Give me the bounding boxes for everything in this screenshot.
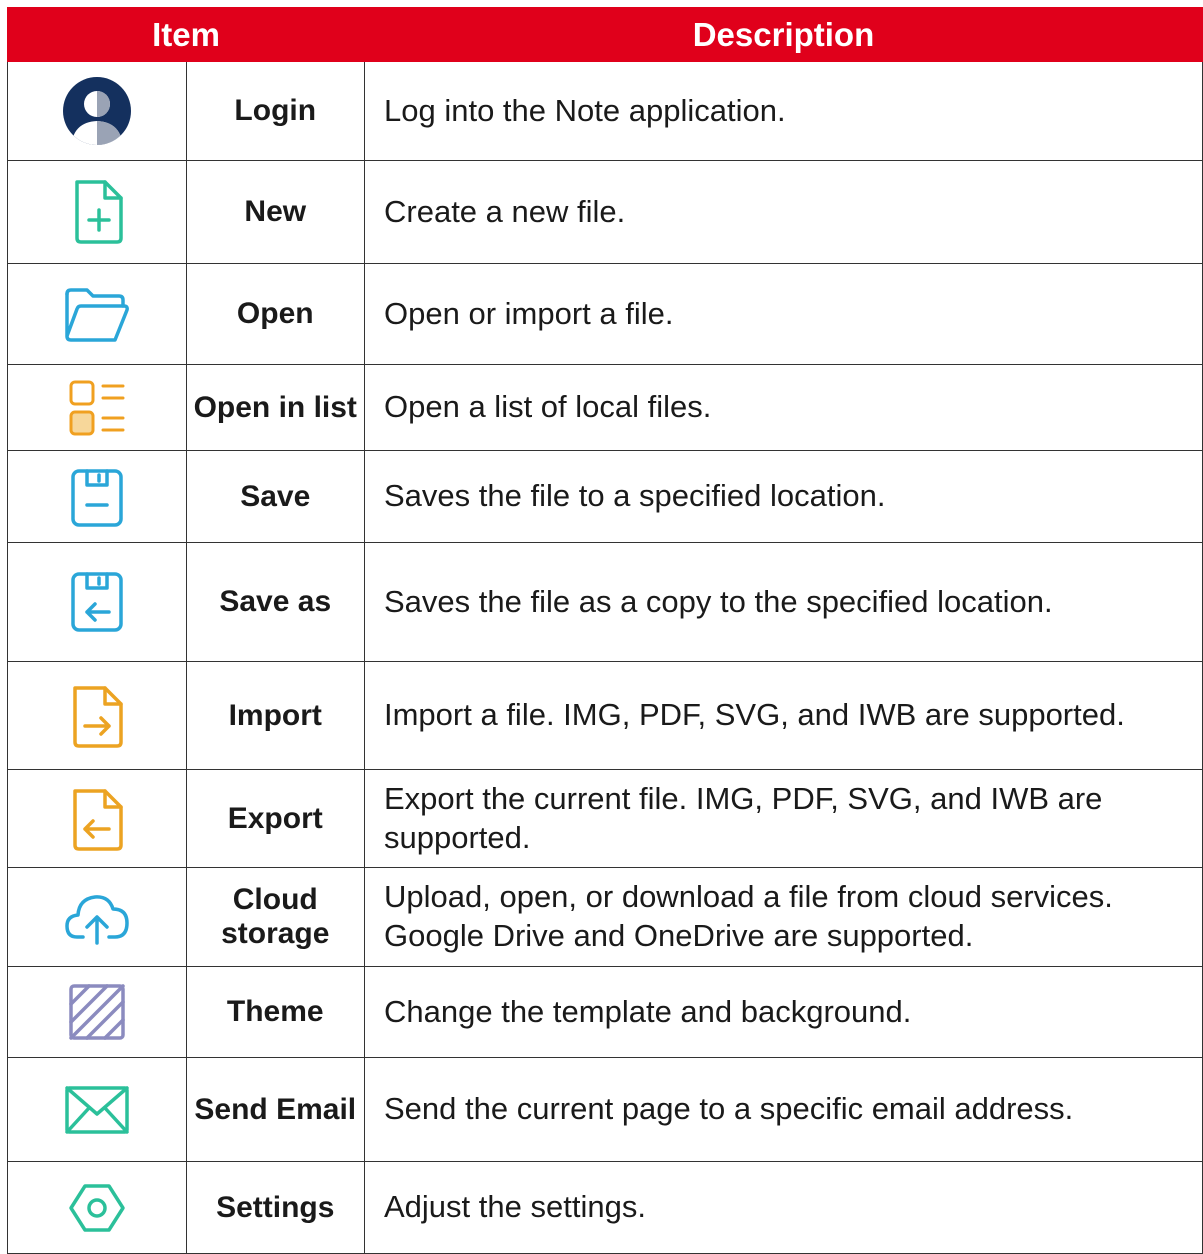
table-row: Save Saves the file to a specified locat…: [7, 450, 1203, 543]
table-row: Open Open or import a file.: [7, 263, 1203, 365]
item-description: Saves the file as a copy to the specifie…: [364, 542, 1203, 662]
open-in-list-icon: [61, 372, 133, 444]
description-column-header: Description: [364, 7, 1203, 62]
icon-cell: [7, 450, 187, 543]
item-description: Open a list of local files.: [364, 364, 1203, 451]
icon-cell: [7, 1057, 187, 1162]
item-name: Import: [185, 661, 365, 770]
new-file-icon: [61, 176, 133, 248]
icon-cell: [7, 263, 187, 365]
item-name: Save as: [185, 542, 365, 662]
item-name: Open: [185, 263, 365, 365]
table-row: New Create a new file.: [7, 160, 1203, 264]
table-row: Export Export the current file. IMG, PDF…: [7, 769, 1203, 868]
item-description: Change the template and background.: [364, 966, 1203, 1058]
icon-cell: [7, 769, 187, 868]
table-row: Send Email Send the current page to a sp…: [7, 1057, 1203, 1162]
save-as-icon: [61, 566, 133, 638]
import-icon: [61, 680, 133, 752]
icon-cell: [7, 61, 187, 161]
item-name: New: [185, 160, 365, 264]
item-description: Export the current file. IMG, PDF, SVG, …: [364, 769, 1203, 868]
item-name: Send Email: [185, 1057, 365, 1162]
table-row: Cloud storage Upload, open, or download …: [7, 867, 1203, 967]
cloud-storage-icon: [61, 881, 133, 953]
settings-icon: [61, 1172, 133, 1244]
open-folder-icon: [61, 278, 133, 350]
theme-icon: [61, 976, 133, 1048]
item-description: Send the current page to a specific emai…: [364, 1057, 1203, 1162]
login-avatar-icon: [61, 75, 133, 147]
table-header-row: Item Description: [7, 7, 1203, 62]
table-row: Import Import a file. IMG, PDF, SVG, and…: [7, 661, 1203, 770]
table-row: Login Log into the Note application.: [7, 61, 1203, 161]
item-name: Export: [185, 769, 365, 868]
icon-cell: [7, 661, 187, 770]
table-row: Theme Change the template and background…: [7, 966, 1203, 1058]
item-description: Log into the Note application.: [364, 61, 1203, 161]
save-icon: [61, 461, 133, 533]
item-name: Cloud storage: [185, 867, 365, 967]
table-row: Open in list Open a list of local files.: [7, 364, 1203, 451]
icon-cell: [7, 160, 187, 264]
table-row: Save as Saves the file as a copy to the …: [7, 542, 1203, 662]
item-description: Open or import a file.: [364, 263, 1203, 365]
item-name: Login: [185, 61, 365, 161]
item-name: Save: [185, 450, 365, 543]
send-email-icon: [61, 1074, 133, 1146]
icon-cell: [7, 364, 187, 451]
item-description: Import a file. IMG, PDF, SVG, and IWB ar…: [364, 661, 1203, 770]
item-name: Open in list: [185, 364, 365, 451]
item-description: Create a new file.: [364, 160, 1203, 264]
icon-cell: [7, 966, 187, 1058]
item-description: Saves the file to a specified location.: [364, 450, 1203, 543]
icon-cell: [7, 542, 187, 662]
export-icon: [61, 783, 133, 855]
item-name: Theme: [185, 966, 365, 1058]
item-description-table: Item Description Login Log into the Note…: [7, 7, 1203, 1254]
item-description: Upload, open, or download a file from cl…: [364, 867, 1203, 967]
icon-cell: [7, 867, 187, 967]
item-column-header: Item: [7, 7, 365, 62]
